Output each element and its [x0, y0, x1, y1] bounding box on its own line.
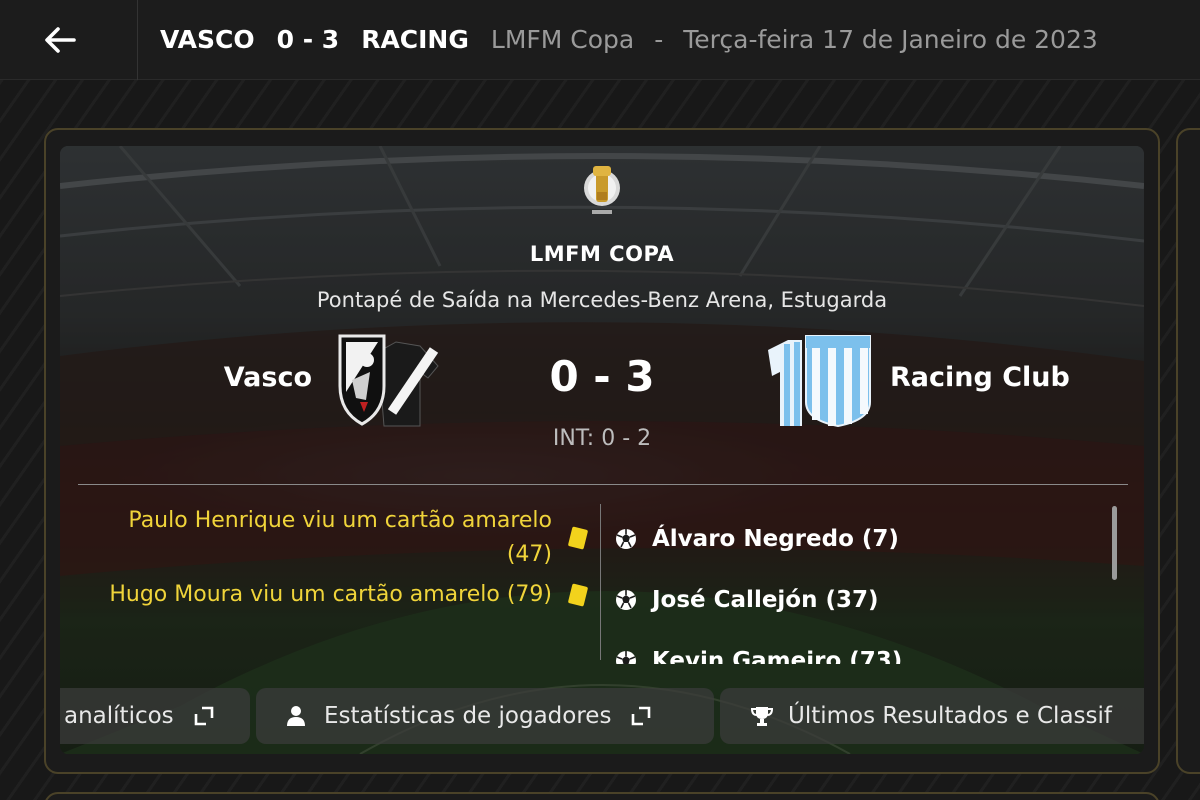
- trophy-icon: [750, 707, 774, 726]
- analytics-button-label: analíticos: [64, 703, 174, 729]
- yellow-card-icon: [567, 583, 589, 607]
- header-score: 0 - 3: [276, 25, 340, 54]
- header-competition: LMFM Copa: [490, 25, 635, 54]
- event-text: Hugo Moura viu um cartão amarelo (79): [109, 582, 552, 608]
- header-date: Terça-feira 17 de Janeiro de 2023: [683, 25, 1098, 54]
- away-events-list[interactable]: Álvaro Negredo (7) José Callejón (37) Ke…: [614, 508, 1104, 664]
- away-team-crest-icon[interactable]: [762, 332, 874, 428]
- goal-ball-icon: [616, 650, 636, 664]
- goal-ball-icon: [616, 528, 636, 549]
- list-item: Álvaro Negredo (7): [614, 508, 1104, 569]
- external-link-icon: [632, 706, 651, 726]
- match-header-bar: VASCO 0 - 3 RACING LMFM Copa - Terça-fei…: [0, 0, 1200, 80]
- list-item: Paulo Henrique viu um cartão amarelo (47…: [86, 504, 589, 572]
- venue-text: Pontapé de Saída na Mercedes-Benz Arena,…: [316, 288, 888, 312]
- events-scrollbar[interactable]: [1112, 506, 1117, 580]
- away-team-name[interactable]: Racing Club: [890, 362, 1110, 393]
- next-card: [44, 792, 1160, 800]
- list-item: Hugo Moura viu um cartão amarelo (79): [86, 578, 589, 612]
- yellow-card-icon: [567, 526, 589, 550]
- player-stats-button-label: Estatísticas de jogadores: [324, 703, 612, 729]
- event-text: Paulo Henrique viu um cartão amarelo (47…: [128, 508, 552, 568]
- goal-scorer: Álvaro Negredo (7): [652, 525, 899, 552]
- action-buttons-row: analíticos Estatísticas de jogadores Últ…: [60, 686, 1144, 746]
- match-summary-card: LMFM COPA Pontapé de Saída na Mercedes-B…: [44, 128, 1160, 774]
- latest-results-button-label: Últimos Resultados e Classif: [788, 703, 1112, 729]
- back-button[interactable]: [0, 0, 138, 80]
- side-card: [1176, 128, 1200, 774]
- list-item: José Callejón (37): [614, 569, 1104, 630]
- list-item: Kevin Gameiro (73): [614, 630, 1104, 664]
- latest-results-button[interactable]: Últimos Resultados e Classif: [720, 688, 1144, 744]
- competition-title: LMFM COPA: [529, 242, 675, 266]
- home-team-crest-icon[interactable]: [334, 332, 440, 428]
- header-away-team: RACING: [361, 25, 469, 54]
- goal-ball-icon: [616, 589, 636, 610]
- home-events-list: Paulo Henrique viu um cartão amarelo (47…: [86, 504, 589, 618]
- analytics-button[interactable]: analíticos: [60, 688, 250, 744]
- goal-scorer: José Callejón (37): [652, 586, 879, 613]
- breadcrumb: VASCO 0 - 3 RACING LMFM Copa - Terça-fei…: [138, 25, 1098, 54]
- section-divider: [78, 484, 1128, 485]
- events-divider: [600, 504, 601, 660]
- person-icon: [287, 706, 305, 726]
- halftime-score: INT: 0 - 2: [552, 426, 652, 451]
- arrow-left-icon: [44, 26, 76, 53]
- cup-trophy-icon: [584, 166, 620, 214]
- player-stats-button[interactable]: Estatísticas de jogadores: [256, 688, 714, 744]
- goal-scorer: Kevin Gameiro (73): [652, 647, 903, 665]
- home-team-name[interactable]: Vasco: [166, 362, 312, 393]
- external-link-icon: [194, 706, 213, 726]
- header-home-team: VASCO: [160, 25, 255, 54]
- header-separator: -: [654, 25, 664, 54]
- scoreline: 0 - 3: [549, 352, 655, 401]
